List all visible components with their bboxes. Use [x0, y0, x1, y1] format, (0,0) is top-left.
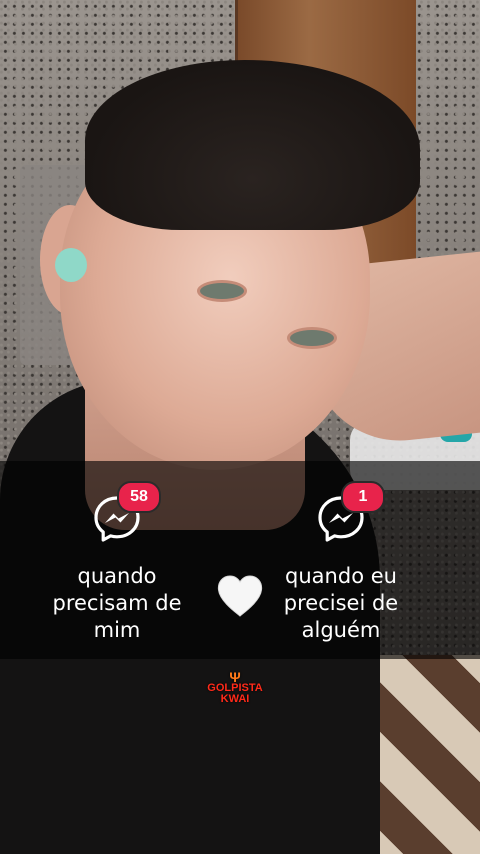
left-column: 58 quando precisam de mim	[17, 461, 217, 644]
right-eye	[290, 330, 334, 346]
caption-line: alguém	[301, 618, 381, 642]
messenger-icon: 1	[317, 481, 385, 543]
caption-line: precisam de	[52, 591, 182, 615]
left-eye	[200, 283, 244, 299]
earbud	[55, 248, 87, 282]
messenger-icon: 58	[93, 481, 161, 543]
right-caption: quando eu precisei de alguém	[241, 563, 441, 644]
caption-line: quando eu	[285, 564, 397, 588]
watermark: Ψ GOLPISTA KWAI	[205, 670, 265, 705]
unread-badge: 1	[341, 481, 385, 513]
background-photo	[0, 0, 480, 854]
unread-badge: 58	[117, 481, 161, 513]
watermark-line: KWAI	[220, 693, 250, 705]
caption-line: mim	[93, 618, 141, 642]
caption-overlay: 58 quando precisam de mim 1 quando eu pr…	[0, 461, 480, 659]
caption-line: quando	[77, 564, 157, 588]
caption-line: precisei de	[283, 591, 399, 615]
right-column: 1 quando eu precisei de alguém	[241, 461, 441, 644]
left-caption: quando precisam de mim	[17, 563, 217, 644]
